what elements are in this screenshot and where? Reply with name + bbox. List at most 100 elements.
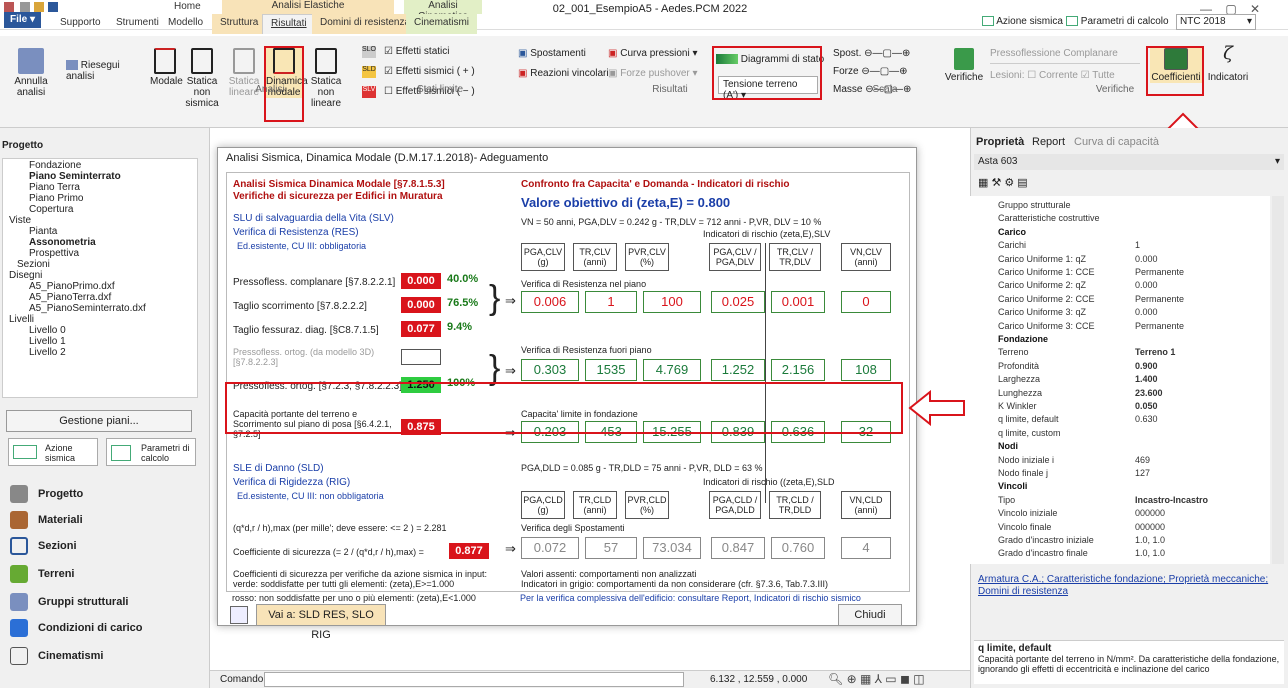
property-row[interactable]: Lunghezza 23.600 bbox=[980, 388, 1270, 399]
vai-button[interactable]: Vai a: SLD RES, SLO RIG bbox=[256, 604, 386, 641]
property-grid[interactable]: Gruppo strutturale Caratteristiche costru… bbox=[970, 196, 1270, 564]
tree-item[interactable]: Disegni bbox=[9, 270, 42, 281]
property-toolbar[interactable]: ▦ ⚒ ⚙ ▤ bbox=[978, 176, 1028, 189]
tab-domini[interactable]: Domini di resistenza bbox=[312, 14, 419, 34]
tree-item[interactable]: Fondazione bbox=[29, 160, 81, 171]
tree-item[interactable]: A5_PianoSeminterrato.dxf bbox=[29, 303, 146, 314]
curva-pressioni-button[interactable]: ▣ Curva pressioni ▾ bbox=[608, 48, 698, 59]
nav-sezioni[interactable]: Sezioni bbox=[10, 534, 77, 558]
gestione-piani-button[interactable]: Gestione piani... bbox=[6, 410, 192, 432]
tree-item[interactable]: Copertura bbox=[29, 204, 73, 215]
tab-supporto[interactable]: Supporto bbox=[52, 14, 109, 34]
tab-cinematismi[interactable]: Cinematismi bbox=[406, 14, 478, 34]
forze-pushover-button[interactable]: ▣ Forze pushover ▾ bbox=[608, 68, 698, 79]
tree-item[interactable]: Livelli bbox=[9, 314, 34, 325]
effetti-pos-check[interactable]: ☑ Effetti sismici ( + ) bbox=[384, 66, 475, 77]
comando-input[interactable] bbox=[264, 672, 684, 687]
save-icon[interactable] bbox=[48, 2, 58, 12]
tab-curva[interactable]: Curva di capacità bbox=[1074, 136, 1159, 148]
spostamenti-button[interactable]: ▣ Spostamenti bbox=[518, 48, 586, 59]
nav-progetto[interactable]: Progetto bbox=[10, 482, 83, 506]
tree-item[interactable]: Pianta bbox=[29, 226, 57, 237]
property-scrollbar[interactable] bbox=[1272, 196, 1284, 564]
property-row[interactable]: Nodi bbox=[980, 441, 1270, 452]
coefficienti-button[interactable]: Coefficienti bbox=[1150, 48, 1202, 83]
property-row[interactable]: Gruppo strutturale bbox=[980, 200, 1270, 211]
open-icon[interactable] bbox=[34, 2, 44, 12]
tab-strumenti[interactable]: Strumenti bbox=[108, 14, 167, 34]
property-links[interactable]: Armatura C.A.; Caratteristiche fondazion… bbox=[978, 574, 1284, 598]
effetti-statici-check[interactable]: ☑ Effetti statici bbox=[384, 46, 449, 57]
tab-risultati[interactable]: Risultati bbox=[262, 14, 316, 34]
property-row[interactable]: Nodo iniziale i 469 bbox=[980, 455, 1270, 466]
property-row[interactable]: q limite, custom bbox=[980, 428, 1270, 439]
tree-item[interactable]: Sezioni bbox=[17, 259, 50, 270]
file-tab[interactable]: File ▾ bbox=[4, 12, 42, 28]
modale-button[interactable]: Modale bbox=[150, 48, 183, 87]
property-row[interactable]: Carico Uniforme 1: qZ 0.000 bbox=[980, 254, 1270, 265]
azione-sismica-toggle[interactable]: Azione sismica bbox=[982, 16, 1063, 27]
tree-item[interactable]: Piano Terra bbox=[29, 182, 80, 193]
property-row[interactable]: Tipo Incastro-Incastro bbox=[980, 495, 1270, 506]
tab-proprieta[interactable]: Proprietà bbox=[976, 136, 1024, 148]
property-row[interactable]: q limite, default 0.630 bbox=[980, 414, 1270, 425]
tab-report[interactable]: Report bbox=[1032, 136, 1065, 148]
tree-item[interactable]: Livello 2 bbox=[29, 347, 66, 358]
property-row[interactable]: Grado d'incastro finale 1.0, 1.0 bbox=[980, 548, 1270, 559]
nav-terreni[interactable]: Terreni bbox=[10, 562, 74, 586]
nav-gruppi[interactable]: Gruppi strutturali bbox=[10, 590, 128, 614]
diagrammi-stato-button[interactable]: Diagrammi di stato bbox=[716, 54, 824, 65]
property-row[interactable]: Vincoli bbox=[980, 481, 1270, 492]
property-row[interactable]: Vincolo finale 000000 bbox=[980, 522, 1270, 533]
property-row[interactable]: K Winkler 0.050 bbox=[980, 401, 1270, 412]
property-row[interactable]: Carico Uniforme 3: qZ 0.000 bbox=[980, 307, 1270, 318]
azione-sismica-button[interactable]: Azione sismica bbox=[8, 438, 98, 466]
property-row[interactable]: Carico Uniforme 3: CCE Permanente bbox=[980, 321, 1270, 332]
statica-non-lineare-button[interactable]: Statica non lineare bbox=[306, 48, 346, 109]
scala-spost-slider[interactable]: Spost. ⊖—▢—⊕ bbox=[833, 48, 910, 59]
indicatori-button[interactable]: ζ Indicatori bbox=[1206, 45, 1250, 84]
tree-item[interactable]: Piano Seminterrato bbox=[29, 171, 121, 182]
property-row[interactable]: Nodo finale j 127 bbox=[980, 468, 1270, 479]
slo-toggle[interactable]: SLO bbox=[362, 46, 376, 58]
parametri-toggle[interactable]: Parametri di calcolo bbox=[1066, 16, 1169, 27]
property-row[interactable]: Carico bbox=[980, 227, 1270, 238]
parametri-calcolo-button[interactable]: Parametri di calcolo bbox=[106, 438, 196, 466]
print-icon[interactable] bbox=[230, 606, 248, 624]
property-row[interactable]: Fondazione bbox=[980, 334, 1270, 345]
nav-materiali[interactable]: Materiali bbox=[10, 508, 83, 532]
lesioni-options[interactable]: Lesioni: ☐ Corrente ☑ Tutte bbox=[990, 70, 1115, 81]
tree-item[interactable]: A5_PianoPrimo.dxf bbox=[29, 281, 115, 292]
annulla-analisi-button[interactable]: Annulla analisi bbox=[6, 48, 56, 98]
tree-item[interactable]: Prospettiva bbox=[29, 248, 79, 259]
tree-item[interactable]: Livello 0 bbox=[29, 325, 66, 336]
verifiche-button[interactable]: Verifiche bbox=[944, 48, 984, 83]
chiudi-button[interactable]: Chiudi bbox=[838, 604, 902, 626]
nav-cinematismi[interactable]: Cinematismi bbox=[10, 644, 103, 668]
property-row[interactable]: Vincolo iniziale 000000 bbox=[980, 508, 1270, 519]
tree-item[interactable]: A5_PianoTerra.dxf bbox=[29, 292, 111, 303]
norm-select[interactable]: NTC 2018 ▾ bbox=[1176, 14, 1256, 30]
property-row[interactable]: Carico Uniforme 2: qZ 0.000 bbox=[980, 280, 1270, 291]
tree-item[interactable]: Livello 1 bbox=[29, 336, 66, 347]
sld-toggle[interactable]: SLD bbox=[362, 66, 376, 78]
property-row[interactable]: Profondità 0.900 bbox=[980, 361, 1270, 372]
selected-object[interactable]: Asta 603 ▾ bbox=[974, 154, 1284, 170]
pressoflessione-select[interactable]: Pressoflessione Complanare bbox=[990, 48, 1140, 64]
view-tools[interactable]: 🔍︎ ⊕ ▦ ⅄ ▭ ◼ ◫ bbox=[828, 672, 925, 686]
nav-condizioni[interactable]: Condizioni di carico bbox=[10, 616, 143, 640]
property-row[interactable]: Larghezza 1.400 bbox=[980, 374, 1270, 385]
tab-struttura[interactable]: Struttura bbox=[212, 14, 267, 34]
undo-icon[interactable] bbox=[20, 2, 30, 12]
scala-forze-slider[interactable]: Forze ⊖—▢—⊕ bbox=[833, 66, 908, 77]
statica-non-sismica-button[interactable]: Statica non sismica bbox=[182, 48, 222, 109]
tab-modello[interactable]: Modello bbox=[160, 14, 211, 34]
project-tree[interactable]: Fondazione Piano Seminterrato Piano Terr… bbox=[2, 158, 198, 398]
property-row[interactable]: Caratteristiche costruttive bbox=[980, 213, 1270, 224]
tree-item[interactable]: Piano Primo bbox=[29, 193, 83, 204]
riesegui-analisi-button[interactable]: Riesegui analisi bbox=[66, 60, 142, 82]
property-row[interactable]: Grado d'incastro iniziale 1.0, 1.0 bbox=[980, 535, 1270, 546]
property-row[interactable]: Carico Uniforme 1: CCE Permanente bbox=[980, 267, 1270, 278]
tree-item[interactable]: Assonometria bbox=[29, 237, 96, 248]
reazioni-button[interactable]: ▣ Reazioni vincolari bbox=[518, 68, 609, 79]
